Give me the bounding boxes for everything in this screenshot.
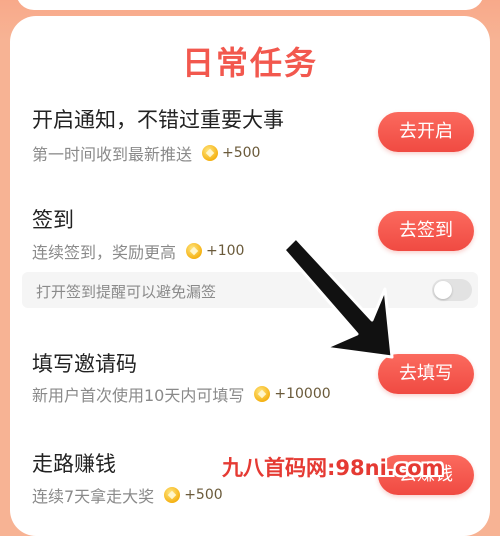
arrow-icon (282, 236, 394, 359)
watermark: 九八首码网:98ni.com (222, 456, 444, 480)
